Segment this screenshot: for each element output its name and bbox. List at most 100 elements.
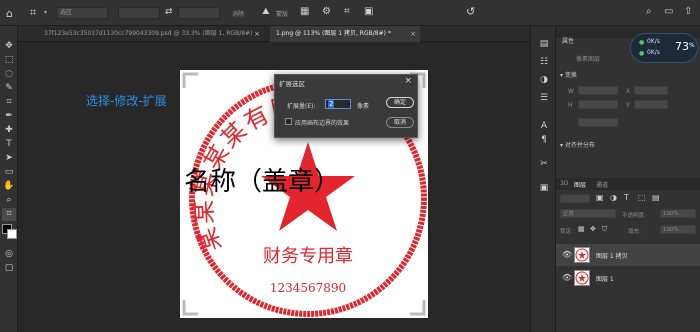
instruction-annotation: 选择-修改-扩展 — [86, 94, 167, 108]
type-filter-icon[interactable]: T — [624, 193, 629, 202]
healing-tool-icon[interactable]: ✚ — [2, 124, 16, 137]
undo-icon[interactable]: ↺ — [466, 5, 475, 18]
opacity-field[interactable]: 100% — [660, 209, 696, 218]
tab-3d[interactable]: 3D — [560, 180, 568, 187]
workspace-icon[interactable]: ▭ — [664, 6, 673, 17]
grid-icon[interactable]: ▦ — [300, 6, 309, 17]
y-label: Y — [626, 102, 630, 109]
cancel-button[interactable]: 取消 — [386, 117, 414, 128]
filter-row: ▣ ◑ T ⬚ ▤ — [556, 192, 700, 204]
lock-all-icon[interactable]: ⛉ — [602, 225, 607, 234]
gear-icon[interactable]: ⚙ — [322, 6, 331, 17]
tools-panel-icon[interactable]: ✂ — [538, 158, 550, 170]
network-speed-badge: ● 0K/s ● 0K/s 73 % — [630, 33, 698, 63]
adjustments-panel-icon[interactable]: ◑ — [538, 74, 550, 86]
type-tool-icon[interactable]: T — [2, 138, 16, 151]
layer-row[interactable]: 👁 图层 1 拷贝 — [556, 244, 700, 266]
rectangle-tool-icon[interactable]: ▭ — [2, 166, 16, 179]
background-color-swatch[interactable] — [7, 229, 17, 239]
history-panel-icon[interactable]: ☷ — [538, 56, 550, 68]
shape-filter-icon[interactable]: ⬚ — [638, 193, 646, 202]
home-icon[interactable]: ⌂ — [6, 7, 13, 20]
lock-pixels-icon[interactable]: ▦ — [578, 225, 585, 233]
hand-tool-icon[interactable]: ✋ — [2, 180, 16, 193]
close-icon[interactable]: × — [410, 26, 416, 42]
smart-filter-icon[interactable]: ▤ — [652, 193, 660, 202]
straighten-icon[interactable]: ⛰ — [262, 7, 270, 17]
lock-label: 锁定: — [560, 229, 573, 235]
tab-psd-document[interactable]: 37f123e53c35037d1130cc799043309.psd @ 33… — [38, 26, 264, 42]
mask-button[interactable]: 蒙版 — [276, 9, 288, 18]
y-field[interactable] — [634, 100, 668, 109]
height-field[interactable] — [578, 100, 618, 109]
lock-position-icon[interactable]: ✥ — [590, 225, 596, 233]
tab-channels[interactable]: 通道 — [596, 180, 608, 189]
ok-button[interactable]: 确定 — [386, 97, 414, 108]
zoom-tool-icon[interactable]: ⌕ — [2, 194, 16, 207]
ratio-select[interactable]: 选区 — [56, 7, 108, 19]
eye-icon[interactable]: 👁 — [562, 273, 572, 282]
layer-row[interactable]: 👁 图层 1 — [556, 267, 700, 289]
tab-label: 37f123e53c35037d1130cc799043309.psd @ 33… — [44, 30, 253, 37]
crop-active-tool-icon[interactable]: ⌗ — [2, 208, 16, 221]
character-panel-icon[interactable]: A — [538, 120, 550, 132]
clear-button[interactable]: 消除 — [232, 9, 244, 18]
panel-icon-strip: ▤ ☷ ◑ ☰ A ¶ ✂ ▣ — [530, 26, 556, 332]
quick-select-tool-icon[interactable]: ✎ — [2, 82, 16, 95]
chevron-down-icon[interactable]: ▾ — [44, 9, 47, 16]
memory-percent-sign: % — [689, 42, 695, 49]
dialog-title: 扩展选区 — [279, 80, 305, 88]
options-bar: ⌂ ⌗ ▾ 选区 ⇄ 消除 ⛰ 蒙版 ▦ ⚙ ⌗ ▣ ↺ ⌕ ▭ ⇧ — [0, 0, 700, 26]
transform-header[interactable]: ▾ 变换 — [560, 70, 577, 79]
image-filter-icon[interactable]: ▣ — [596, 193, 604, 202]
width-input[interactable] — [118, 7, 160, 19]
properties-panel-icon[interactable]: ▤ — [538, 38, 550, 50]
fill-field[interactable]: 100% — [660, 225, 696, 234]
tab-png-document[interactable]: 1.png @ 113% (图层 1 拷贝, RGB/8#) * × — [270, 26, 420, 42]
upload-speed: 0K/s — [647, 38, 660, 45]
marquee-tool-icon[interactable]: ⬚ — [2, 54, 16, 67]
3d-panel-icon[interactable]: ▣ — [538, 182, 550, 194]
eye-icon[interactable]: 👁 — [562, 250, 572, 259]
width-field[interactable] — [578, 86, 618, 95]
path-select-tool-icon[interactable]: ➤ — [2, 152, 16, 165]
adjustment-filter-icon[interactable]: ◑ — [610, 193, 617, 202]
blend-mode-select[interactable]: 正常 — [560, 209, 616, 218]
layer-thumbnail — [574, 270, 590, 286]
crop-tool-icon[interactable]: ⌗ — [30, 6, 36, 20]
fill-label: 填充: — [628, 229, 641, 235]
layer-name: 图层 1 拷贝 — [596, 253, 628, 260]
tab-layers[interactable]: 图层 — [574, 180, 586, 189]
close-icon[interactable]: × — [404, 76, 412, 86]
amount-input[interactable]: 2 — [325, 99, 351, 109]
filter-kind-select[interactable] — [560, 194, 590, 203]
layer-thumbnail — [574, 247, 590, 263]
tab-properties[interactable]: 属性 — [562, 36, 574, 45]
crop-delete-icon[interactable]: ⌗ — [344, 6, 350, 17]
x-label: X — [626, 88, 631, 95]
paragraph-panel-icon[interactable]: ¶ — [538, 134, 550, 146]
layers-tab-bar: 3D 图层 通道 — [556, 178, 700, 190]
crop-tool-icon[interactable]: ⌗ — [2, 96, 16, 109]
quick-mask-icon[interactable]: ◎ — [2, 248, 16, 261]
align-header[interactable]: ▾ 对齐并分布 — [560, 140, 595, 149]
tools-panel: ✥ ⬚ ◌ ✎ ⌗ ✒ ✚ T ➤ ▭ ✋ ⌕ ⌗ ◎ ▢ — [0, 26, 18, 332]
height-input[interactable] — [178, 7, 220, 19]
content-aware-icon[interactable]: ▣ — [364, 6, 373, 17]
apply-canvas-bounds-checkbox[interactable] — [285, 118, 292, 125]
opacity-label: 不透明度: — [622, 213, 646, 219]
share-icon[interactable]: ⇧ — [684, 6, 692, 17]
h-label: H — [568, 102, 573, 109]
seal-finance-text: 财务专用章 — [263, 246, 353, 267]
lasso-tool-icon[interactable]: ◌ — [2, 68, 16, 81]
search-icon[interactable]: ⌕ — [646, 6, 652, 17]
swap-icon[interactable]: ⇄ — [165, 7, 173, 17]
layers-comp-icon[interactable]: ☰ — [538, 92, 550, 104]
x-field[interactable] — [634, 86, 668, 95]
eyedropper-tool-icon[interactable]: ✒ — [2, 110, 16, 123]
close-icon[interactable]: × — [254, 26, 260, 42]
align-label: 对齐并分布 — [564, 142, 595, 149]
move-tool-icon[interactable]: ✥ — [2, 40, 16, 53]
screen-mode-icon[interactable]: ▢ — [2, 262, 16, 275]
angle-field[interactable] — [578, 118, 618, 127]
